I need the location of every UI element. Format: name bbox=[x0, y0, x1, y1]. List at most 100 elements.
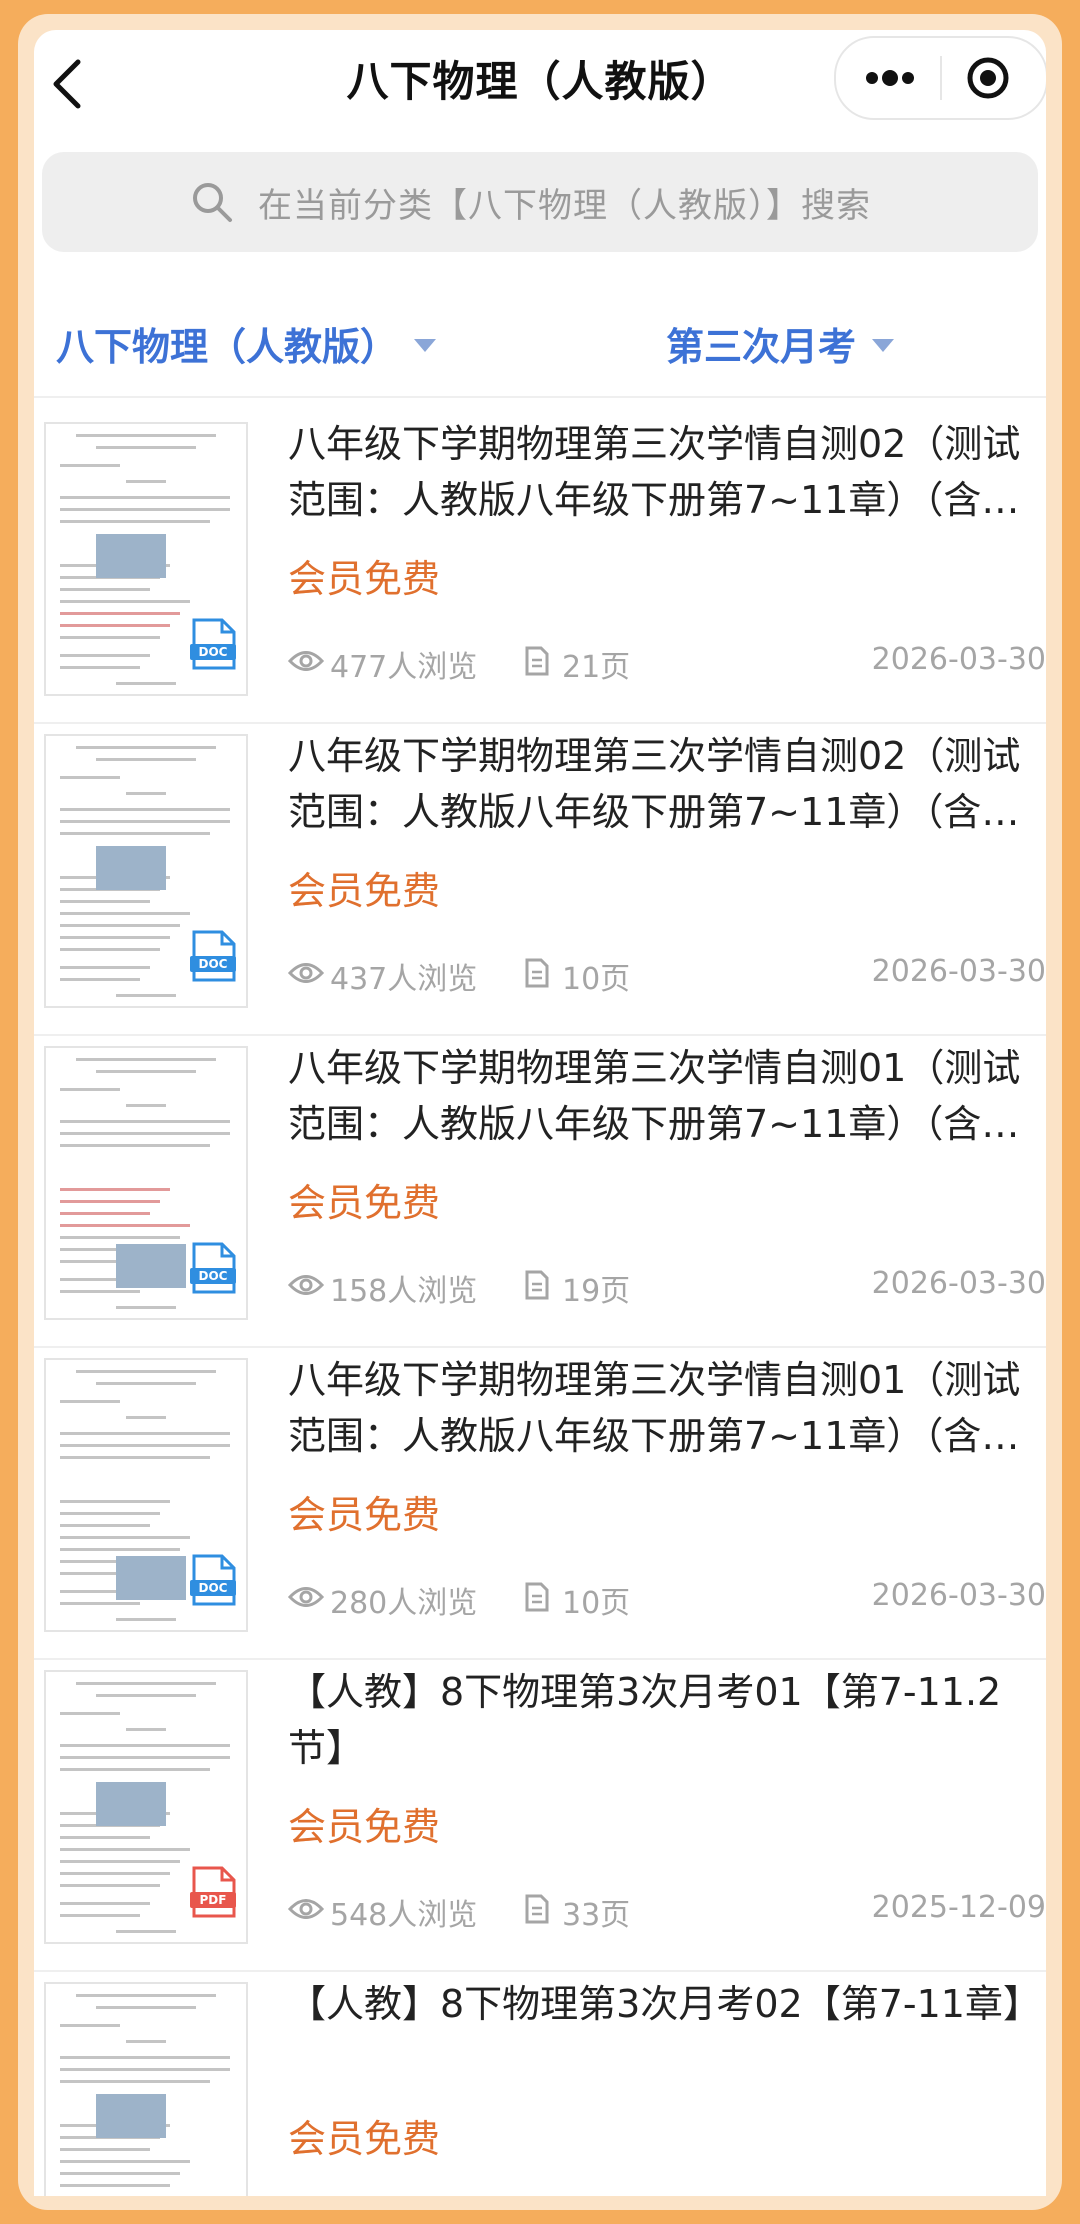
list-item[interactable]: DOC 八年级下学期物理第三次学情自测01（测试范围：人教版八年级下册第7~11章… bbox=[34, 1034, 1046, 1348]
document-text-line bbox=[60, 1236, 180, 1239]
eye-icon bbox=[288, 1275, 324, 1295]
triangle-down-icon bbox=[414, 339, 437, 352]
document-title[interactable]: 八年级下学期物理第三次学情自测01（测试范围：人教版八年级下册第7~11章）（含… bbox=[288, 1040, 1024, 1152]
capsule-divider bbox=[940, 56, 942, 100]
document-text-line bbox=[60, 1432, 230, 1435]
document-text-line bbox=[60, 600, 190, 603]
document-title[interactable]: 八年级下学期物理第三次学情自测02（测试范围：人教版八年级下册第7~11章）（含… bbox=[288, 416, 1024, 528]
document-text-line bbox=[126, 1416, 166, 1419]
publish-date: 2026-03-30 bbox=[871, 1578, 1046, 1613]
list-item[interactable]: DOC 八年级下学期物理第三次学情自测02（测试范围：人教版八年级下册第7~11章… bbox=[34, 410, 1046, 724]
document-text-line bbox=[96, 446, 196, 449]
document-text-line bbox=[60, 1860, 180, 1863]
more-dots-icon[interactable] bbox=[862, 60, 918, 96]
document-text-line bbox=[60, 612, 180, 615]
exam-filter-label: 第三次月考 bbox=[666, 325, 857, 369]
document-text-line bbox=[60, 1500, 170, 1503]
target-circle-icon[interactable] bbox=[966, 56, 1010, 100]
document-text-line bbox=[60, 636, 160, 639]
document-text-line bbox=[76, 1370, 216, 1373]
document-title[interactable]: 【人教】8下物理第3次月考01【第7-11.2节】 bbox=[288, 1664, 1024, 1776]
document-text-line bbox=[60, 776, 120, 779]
document-text-line bbox=[60, 1744, 230, 1747]
document-text-line bbox=[60, 496, 230, 499]
file-type-label: DOC bbox=[199, 645, 228, 659]
document-text-line bbox=[76, 1058, 216, 1061]
document-text-line bbox=[116, 1306, 176, 1309]
eye-icon bbox=[288, 651, 324, 671]
document-text-line bbox=[60, 2068, 230, 2071]
list-item[interactable]: DOC 八年级下学期物理第三次学情自测01（测试范围：人教版八年级下册第7~11章… bbox=[34, 1346, 1046, 1660]
list-item[interactable]: 【人教】8下物理第3次月考02【第7-11章】 会员免费 bbox=[34, 1970, 1046, 2196]
price-label: 会员免费 bbox=[288, 1493, 441, 1537]
document-text-line bbox=[60, 1712, 120, 1715]
eye-icon bbox=[288, 1587, 324, 1607]
document-text-line bbox=[60, 1902, 150, 1905]
category-filter-label: 八下物理（人教版） bbox=[56, 325, 399, 369]
document-text-line bbox=[126, 480, 166, 483]
document-figure bbox=[96, 846, 166, 890]
document-text-line bbox=[60, 1872, 170, 1875]
exam-filter[interactable]: 第三次月考 bbox=[666, 316, 895, 371]
document-title[interactable]: 八年级下学期物理第三次学情自测02（测试范围：人教版八年级下册第7~11章）（含… bbox=[288, 728, 1024, 840]
document-title[interactable]: 【人教】8下物理第3次月考02【第7-11章】 bbox=[288, 1976, 1024, 2032]
document-text-line bbox=[60, 2148, 150, 2151]
document-text-line bbox=[60, 1512, 160, 1515]
file-type-label: DOC bbox=[199, 1269, 228, 1283]
filter-bar: 八下物理（人教版） 第三次月考 bbox=[34, 286, 1046, 398]
document-text-line bbox=[60, 1914, 140, 1917]
document-text-line bbox=[60, 2056, 230, 2059]
price-label: 会员免费 bbox=[288, 1805, 441, 1849]
document-text-line bbox=[60, 1768, 210, 1771]
document-meta: 437人浏览 10页 2026-03-30 bbox=[288, 952, 1046, 998]
search-bar[interactable]: 在当前分类【八下物理（人教版）】搜索 bbox=[42, 152, 1038, 252]
document-meta: 280人浏览 10页 2026-03-30 bbox=[288, 1576, 1046, 1622]
view-count: 280人浏览 bbox=[330, 1586, 478, 1621]
mini-program-screen: 八下物理（人教版） 在当前分类【八下物理（人教版）】搜索 八下物理（人教版） 第… bbox=[34, 30, 1046, 2196]
category-filter[interactable]: 八下物理（人教版） bbox=[56, 316, 437, 371]
document-figure bbox=[96, 2094, 166, 2138]
document-text-line bbox=[116, 682, 176, 685]
document-text-line bbox=[60, 978, 140, 981]
file-type-label: DOC bbox=[199, 957, 228, 971]
eye-icon bbox=[288, 1899, 324, 1919]
document-text-line bbox=[116, 994, 176, 997]
document-title[interactable]: 八年级下学期物理第三次学情自测01（测试范围：人教版八年级下册第7~11章）（含… bbox=[288, 1352, 1024, 1464]
document-meta: 477人浏览 21页 2026-03-30 bbox=[288, 640, 1046, 686]
document-text-line bbox=[60, 666, 140, 669]
price-label: 会员免费 bbox=[288, 1181, 441, 1225]
document-text-line bbox=[116, 1930, 176, 1933]
document-text-line bbox=[60, 912, 190, 915]
document-figure bbox=[116, 1556, 186, 1600]
publish-date: 2026-03-30 bbox=[871, 954, 1046, 989]
document-text-line bbox=[60, 1132, 230, 1135]
document-text-line bbox=[60, 2184, 170, 2187]
document-text-line bbox=[60, 2172, 180, 2175]
document-text-line bbox=[126, 1104, 166, 1107]
document-meta: 548人浏览 33页 2025-12-09 bbox=[288, 1888, 1046, 1934]
price-label: 会员免费 bbox=[288, 557, 441, 601]
document-text-line bbox=[116, 1618, 176, 1621]
publish-date: 2025-12-09 bbox=[871, 1890, 1046, 1925]
document-text-line bbox=[60, 1602, 140, 1605]
document-text-line bbox=[60, 936, 170, 939]
document-text-line bbox=[60, 1400, 120, 1403]
document-text-line bbox=[96, 2006, 196, 2009]
search-placeholder: 在当前分类【八下物理（人教版）】搜索 bbox=[258, 186, 871, 226]
document-text-line bbox=[60, 464, 120, 467]
page-icon bbox=[525, 646, 549, 676]
page-icon bbox=[525, 1582, 549, 1612]
document-text-line bbox=[60, 1224, 190, 1227]
list-item[interactable]: PDF 【人教】8下物理第3次月考01【第7-11.2节】会员免费 548人浏览 33… bbox=[34, 1658, 1046, 1972]
view-count: 548人浏览 bbox=[330, 1898, 478, 1933]
document-text-line bbox=[76, 1682, 216, 1685]
list-item[interactable]: DOC 八年级下学期物理第三次学情自测02（测试范围：人教版八年级下册第7~11章… bbox=[34, 722, 1046, 1036]
document-text-line bbox=[76, 1994, 216, 1997]
page-count: 10页 bbox=[562, 1586, 631, 1621]
document-text-line bbox=[60, 1088, 120, 1091]
document-thumbnail: PDF bbox=[44, 1670, 248, 1944]
document-text-line bbox=[60, 520, 210, 523]
view-count: 158人浏览 bbox=[330, 1274, 478, 1309]
page-count: 10页 bbox=[562, 962, 631, 997]
document-text-line bbox=[60, 1524, 150, 1527]
